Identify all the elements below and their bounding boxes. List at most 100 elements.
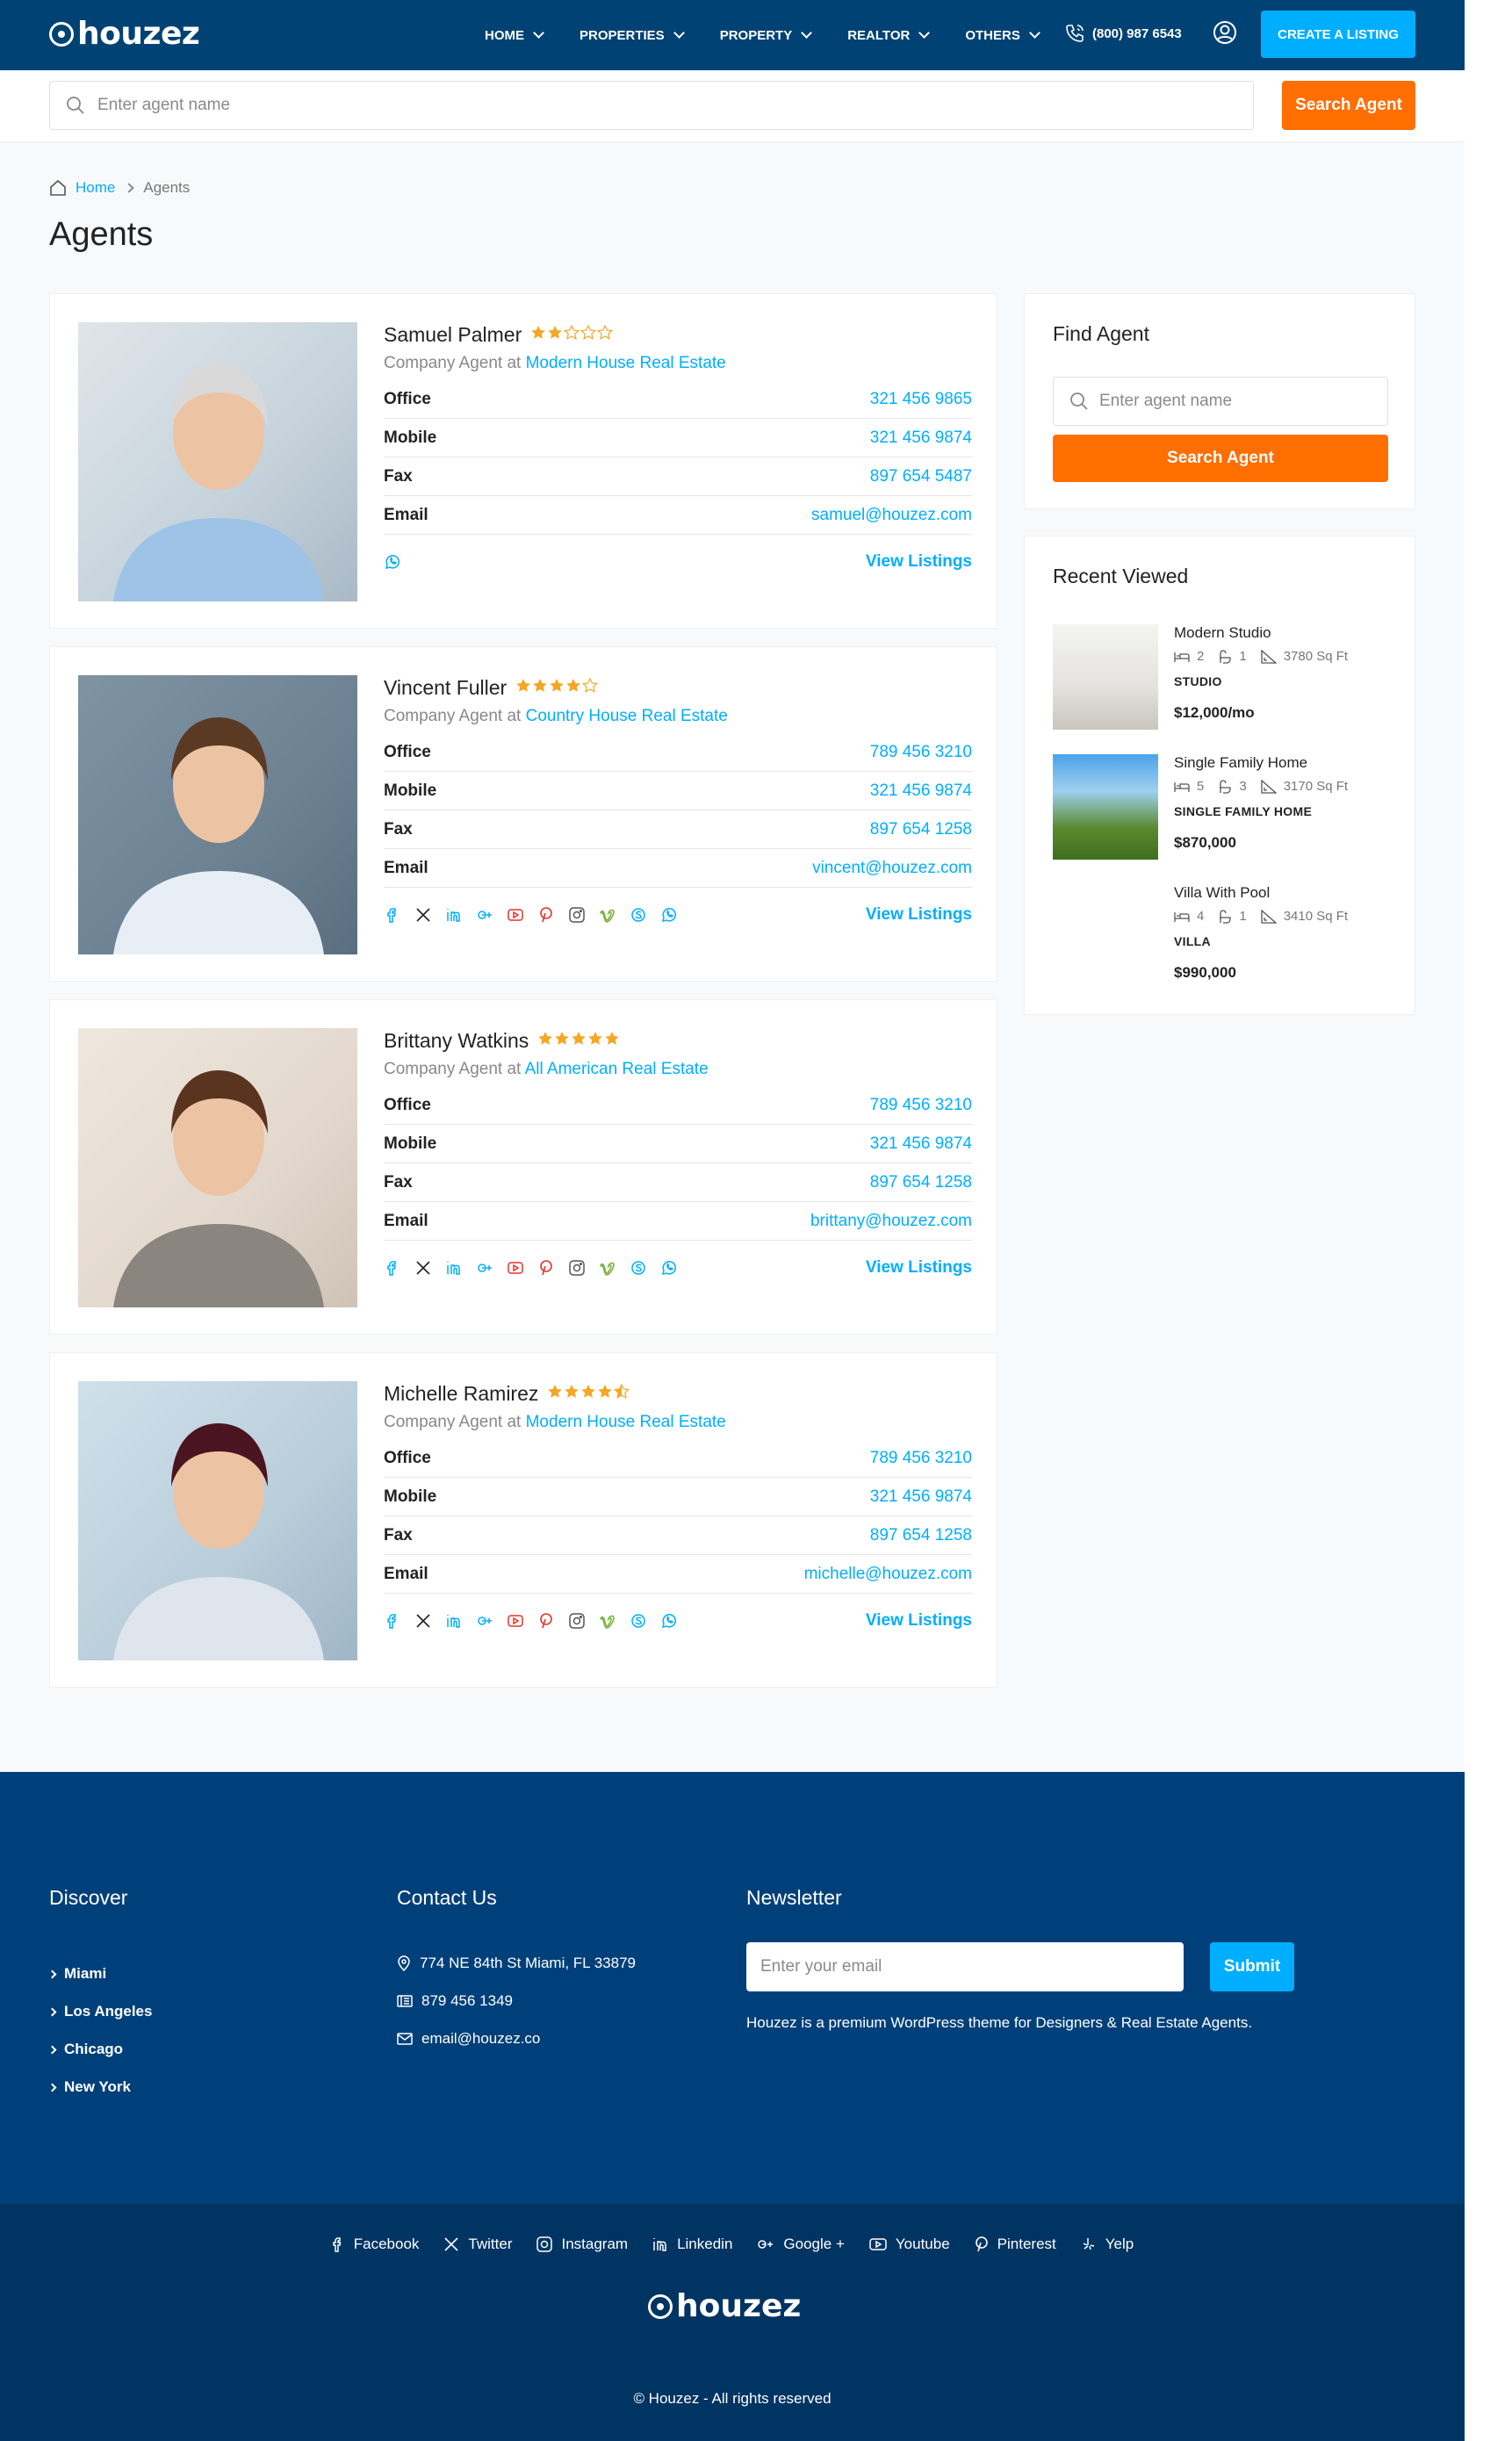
discover-link-los-angeles[interactable]: Los Angeles (47, 2003, 152, 2020)
agent-photo[interactable] (78, 675, 357, 954)
skype-icon[interactable] (630, 1259, 647, 1277)
skype-icon[interactable] (630, 1612, 647, 1630)
office-value[interactable]: 321 456 9865 (870, 390, 972, 409)
linkedin-icon[interactable] (445, 1612, 463, 1630)
nav-realtor[interactable]: REALTOR (847, 27, 931, 43)
vimeo-icon[interactable] (599, 1259, 616, 1277)
agency-link[interactable]: Modern House Real Estate (526, 354, 726, 372)
agent-photo[interactable] (78, 322, 357, 601)
fax-value[interactable]: 897 654 5487 (870, 467, 972, 486)
instagram-icon[interactable] (568, 1612, 586, 1630)
footer-social-youtube[interactable]: Youtube (869, 2236, 950, 2253)
agent-photo[interactable] (78, 1381, 357, 1660)
youtube-icon[interactable] (507, 906, 524, 924)
mobile-value[interactable]: 321 456 9874 (870, 781, 972, 801)
whatsapp-icon[interactable] (660, 906, 678, 924)
agent-name[interactable]: Samuel Palmer (384, 323, 522, 347)
property-thumbnail[interactable] (1053, 754, 1158, 860)
youtube-icon[interactable] (507, 1612, 524, 1630)
nav-property[interactable]: PROPERTY (720, 27, 813, 43)
skype-icon[interactable] (630, 906, 647, 924)
office-value[interactable]: 789 456 3210 (870, 1096, 972, 1115)
search-agent-button[interactable]: Search Agent (1282, 81, 1415, 130)
user-account-icon[interactable] (1212, 19, 1238, 46)
footer-social-pinterest[interactable]: Pinterest (975, 2236, 1056, 2253)
office-value[interactable]: 789 456 3210 (870, 1449, 972, 1468)
vimeo-icon[interactable] (599, 906, 616, 924)
contact-phone[interactable]: 879 456 1349 (397, 1992, 513, 2010)
nav-properties[interactable]: PROPERTIES (580, 27, 685, 43)
breadcrumb-home[interactable]: Home (76, 179, 115, 197)
recent-property-item[interactable]: Modern Studio 2 1 3780 Sq Ft STUDIO $12,000/m… (1053, 624, 1388, 733)
whatsapp-icon[interactable] (660, 1612, 678, 1630)
agent-name[interactable]: Vincent Fuller (384, 676, 507, 700)
sidebar-agent-search-input[interactable] (1099, 392, 1380, 411)
agency-link[interactable]: Modern House Real Estate (526, 1413, 726, 1431)
instagram-icon[interactable] (568, 1259, 586, 1277)
email-value[interactable]: brittany@houzez.com (810, 1212, 972, 1231)
youtube-icon[interactable] (507, 1259, 524, 1277)
linkedin-icon[interactable] (445, 1259, 463, 1277)
view-listings-link[interactable]: View Listings (866, 552, 972, 572)
agent-search-input[interactable] (97, 96, 1151, 115)
email-value[interactable]: michelle@houzez.com (804, 1565, 972, 1584)
linkedin-icon[interactable] (445, 906, 463, 924)
google-plus-icon[interactable] (476, 1612, 493, 1630)
mobile-value[interactable]: 321 456 9874 (870, 428, 972, 448)
email-value[interactable]: vincent@houzez.com (812, 859, 972, 878)
pinterest-icon[interactable] (537, 1259, 555, 1277)
recent-property-item[interactable]: Villa With Pool 4 1 3410 Sq Ft VILLA $990,000 (1053, 884, 1388, 993)
fax-value[interactable]: 897 654 1258 (870, 1526, 972, 1545)
nav-home[interactable]: HOME (485, 27, 544, 43)
logo[interactable]: houzez (49, 16, 200, 52)
email-value[interactable]: samuel@houzez.com (811, 506, 972, 525)
property-thumbnail[interactable] (1053, 624, 1158, 730)
pinterest-icon[interactable] (537, 1612, 555, 1630)
sidebar-search-field[interactable] (1053, 377, 1388, 426)
pinterest-icon[interactable] (537, 906, 555, 924)
footer-logo[interactable]: houzez (648, 2288, 801, 2324)
view-listings-link[interactable]: View Listings (866, 1611, 972, 1631)
x-icon[interactable] (414, 1612, 432, 1630)
sidebar-search-agent-button[interactable]: Search Agent (1053, 435, 1388, 482)
footer-social-twitter[interactable]: Twitter (443, 2236, 512, 2253)
whatsapp-icon[interactable] (384, 553, 401, 571)
nav-others[interactable]: OTHERS (965, 27, 1040, 43)
footer-social-facebook[interactable]: Facebook (331, 2236, 419, 2253)
facebook-icon[interactable] (384, 1259, 401, 1277)
agent-name[interactable]: Michelle Ramirez (384, 1382, 538, 1406)
instagram-icon[interactable] (568, 906, 586, 924)
whatsapp-icon[interactable] (660, 1259, 678, 1277)
newsletter-submit-button[interactable]: Submit (1210, 1942, 1294, 1991)
view-listings-link[interactable]: View Listings (866, 1258, 972, 1278)
facebook-icon[interactable] (384, 1612, 401, 1630)
x-icon[interactable] (414, 906, 432, 924)
mobile-value[interactable]: 321 456 9874 (870, 1134, 972, 1154)
google-plus-icon[interactable] (476, 906, 493, 924)
newsletter-email-input[interactable] (746, 1942, 1184, 1991)
footer-social-linkedin[interactable]: Linkedin (652, 2236, 732, 2253)
agency-link[interactable]: Country House Real Estate (526, 707, 728, 725)
property-title[interactable]: Single Family Home (1174, 754, 1362, 772)
x-icon[interactable] (414, 1259, 432, 1277)
fax-value[interactable]: 897 654 1258 (870, 820, 972, 839)
footer-social-google[interactable]: Google + (757, 2236, 845, 2253)
agency-link[interactable]: All American Real Estate (525, 1060, 709, 1078)
facebook-icon[interactable] (384, 906, 401, 924)
agent-name[interactable]: Brittany Watkins (384, 1029, 529, 1053)
property-title[interactable]: Villa With Pool (1174, 884, 1362, 902)
create-listing-button[interactable]: CREATE A LISTING (1261, 11, 1415, 58)
discover-link-chicago[interactable]: Chicago (47, 2041, 123, 2058)
mobile-value[interactable]: 321 456 9874 (870, 1487, 972, 1507)
agent-search-field[interactable] (49, 81, 1254, 130)
footer-social-yelp[interactable]: Yelp (1081, 2236, 1134, 2253)
phone-link[interactable]: (800) 987 6543 (1064, 23, 1182, 44)
fax-value[interactable]: 897 654 1258 (870, 1173, 972, 1192)
agent-photo[interactable] (78, 1028, 357, 1307)
view-listings-link[interactable]: View Listings (866, 905, 972, 925)
discover-link-miami[interactable]: Miami (47, 1965, 106, 1983)
discover-link-new-york[interactable]: New York (47, 2078, 131, 2096)
office-value[interactable]: 789 456 3210 (870, 743, 972, 762)
contact-email[interactable]: email@houzez.co (397, 2030, 540, 2048)
property-thumbnail[interactable] (1053, 884, 1158, 990)
